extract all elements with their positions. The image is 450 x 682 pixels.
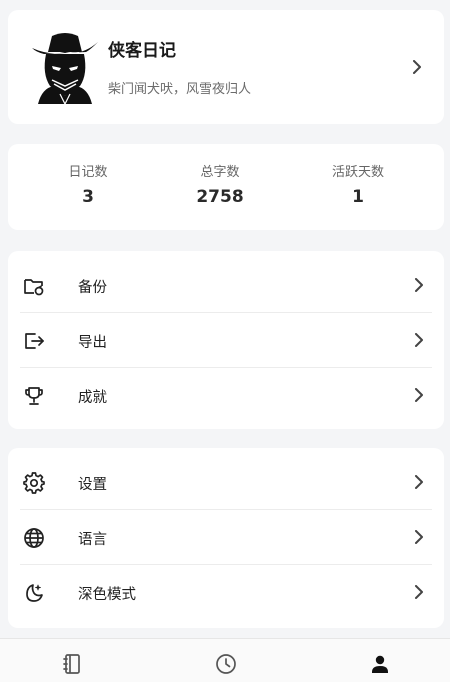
chevron-right-icon <box>414 333 424 347</box>
menu-item-export[interactable]: 导出 <box>8 312 444 367</box>
profile-name: 侠客日记 <box>108 41 176 61</box>
stat-label: 活跃天数 <box>331 165 384 180</box>
chevron-right-icon <box>414 475 424 489</box>
chevron-right-icon <box>414 585 424 599</box>
folder-sync-icon <box>23 275 45 297</box>
person-icon <box>369 653 393 675</box>
profile-card[interactable]: 侠客日记 柴门闻犬吠，风雪夜归人 <box>8 10 444 124</box>
menu-group-preferences: 设置 语言 深色模式 <box>8 448 444 628</box>
menu-label: 深色模式 <box>78 587 136 603</box>
stats-card: 日记数 3 总字数 2758 活跃天数 1 <box>8 144 444 230</box>
globe-icon <box>23 527 45 549</box>
stat-value: 1 <box>352 187 364 207</box>
gear-icon <box>23 472 45 494</box>
profile-motto: 柴门闻犬吠，风雪夜归人 <box>108 82 252 97</box>
trophy-icon <box>23 385 45 407</box>
chevron-right-icon <box>414 278 424 292</box>
avatar <box>30 30 100 106</box>
clock-icon <box>215 653 239 675</box>
stat-label: 总字数 <box>200 165 240 180</box>
export-icon <box>23 330 45 352</box>
stat-value: 2758 <box>196 187 244 207</box>
menu-item-settings[interactable]: 设置 <box>8 454 444 509</box>
chevron-right-icon <box>412 60 422 74</box>
menu-label: 备份 <box>78 280 107 296</box>
menu-item-dark-mode[interactable]: 深色模式 <box>8 564 444 619</box>
menu-item-achievements[interactable]: 成就 <box>8 367 444 422</box>
stat-label: 日记数 <box>68 165 108 180</box>
bottom-nav <box>0 638 450 682</box>
nav-history[interactable] <box>215 653 239 677</box>
nav-diary[interactable] <box>61 653 85 677</box>
chevron-right-icon <box>414 388 424 402</box>
moon-stars-icon <box>23 582 45 604</box>
chevron-right-icon <box>414 530 424 544</box>
menu-label: 成就 <box>78 390 107 406</box>
menu-label: 导出 <box>78 335 107 351</box>
menu-group-data: 备份 导出 成就 <box>8 251 444 429</box>
stat-value: 3 <box>82 187 94 207</box>
menu-label: 设置 <box>78 477 107 493</box>
menu-item-backup[interactable]: 备份 <box>8 257 444 312</box>
menu-item-language[interactable]: 语言 <box>8 509 444 564</box>
nav-profile[interactable] <box>369 653 393 677</box>
menu-label: 语言 <box>78 532 107 548</box>
notebook-icon <box>61 653 85 675</box>
